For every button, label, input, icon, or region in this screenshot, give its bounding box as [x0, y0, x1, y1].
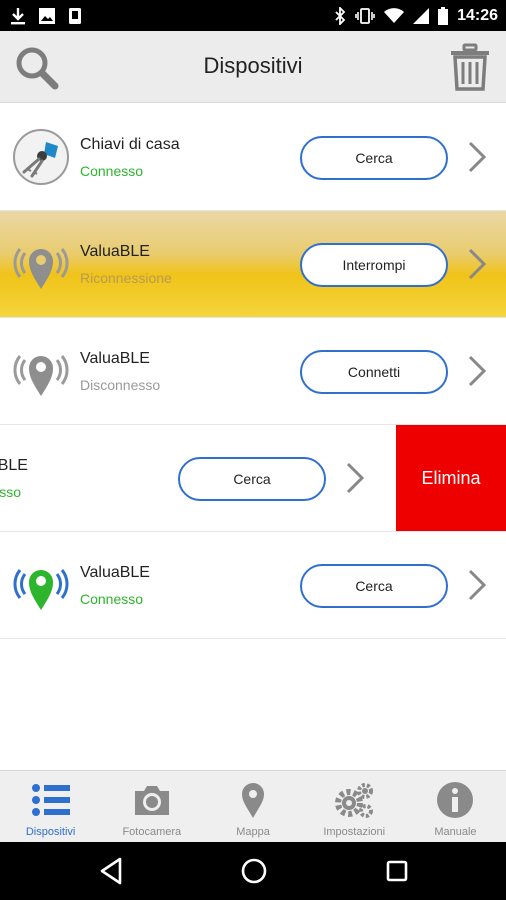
- device-name: ValuaBLE: [80, 243, 150, 260]
- chevron-right-icon[interactable]: [344, 461, 366, 495]
- search-device-button[interactable]: Cerca: [178, 457, 326, 501]
- back-icon[interactable]: [96, 855, 126, 887]
- device-row-content: ValuaBLE Riconnessione Interrompi: [0, 211, 506, 317]
- tab-manuale[interactable]: Manuale: [405, 771, 506, 842]
- chevron-right-icon[interactable]: [466, 247, 488, 281]
- device-name: Chiavi di casa: [80, 136, 180, 153]
- tab-dispositivi[interactable]: Dispositivi: [0, 771, 101, 842]
- search-device-button[interactable]: Cerca: [300, 564, 448, 608]
- tab-mappa[interactable]: Mappa: [202, 771, 303, 842]
- device-status: Connesso: [80, 591, 144, 607]
- status-bar: 14:26: [0, 0, 506, 31]
- device-row-content: Chiavi di casa Connesso Cerca: [0, 104, 506, 210]
- signal-icon: [413, 7, 430, 24]
- device-name: ValuaBLE: [80, 564, 150, 581]
- device-status: Connesso: [0, 484, 22, 500]
- page-title: Dispositivi: [203, 53, 303, 78]
- gears-icon: [335, 783, 374, 818]
- info-icon: [437, 782, 474, 818]
- app-screen: 14:26 Dispositivi Chiavi di casa Conness…: [0, 0, 506, 900]
- status-right-icons: 14:26: [334, 6, 498, 25]
- pin-signal-icon: [13, 248, 69, 289]
- device-status: Riconnessione: [80, 270, 172, 286]
- device-name: ValuaBLE: [80, 350, 150, 367]
- search-device-button[interactable]: Cerca: [300, 136, 448, 180]
- map-pin-icon: [242, 783, 264, 818]
- phone-vibrate-icon: [69, 7, 81, 24]
- device-row[interactable]: ValuaBLE Connesso Cerca: [0, 532, 506, 639]
- wifi-icon: [384, 7, 405, 23]
- chevron-right-icon[interactable]: [466, 354, 488, 388]
- image-icon: [39, 7, 55, 24]
- status-time: 14:26: [457, 6, 498, 24]
- device-row[interactable]: ValuaBLE Disconnesso Connetti: [0, 318, 506, 425]
- device-list: Chiavi di casa Connesso Cerca ValuaBLE R…: [0, 104, 506, 639]
- status-left-icons: [10, 7, 82, 25]
- device-status: Disconnesso: [80, 377, 161, 393]
- delete-button[interactable]: Elimina: [396, 425, 506, 531]
- tab-label: Manuale: [434, 826, 477, 838]
- stop-button[interactable]: Interrompi: [300, 243, 448, 287]
- pin-signal-icon: [13, 355, 69, 396]
- pin-signal-green-icon: [13, 569, 69, 610]
- chevron-right-icon[interactable]: [466, 140, 488, 174]
- tab-impostazioni[interactable]: Impostazioni: [304, 771, 405, 842]
- device-row-content: ValuaBLE Connesso Cerca: [0, 532, 506, 638]
- tab-fotocamera[interactable]: Fotocamera: [101, 771, 202, 842]
- connect-button[interactable]: Connetti: [300, 350, 448, 394]
- vibrate-icon: [355, 7, 375, 24]
- tab-label: Fotocamera: [122, 826, 182, 838]
- trash-icon[interactable]: [450, 43, 490, 91]
- home-icon[interactable]: [238, 855, 270, 887]
- device-row-content: ValuaBLE Connesso Cerca: [0, 425, 384, 531]
- chevron-right-icon[interactable]: [466, 568, 488, 602]
- device-row-swiped[interactable]: ValuaBLE Connesso Cerca Elimina: [0, 425, 506, 532]
- bluetooth-icon: [335, 6, 346, 25]
- android-nav-bar: [0, 842, 506, 900]
- battery-icon: [438, 6, 449, 25]
- tab-label: Dispositivi: [25, 826, 76, 838]
- tab-label: Mappa: [236, 826, 270, 838]
- keys-icon: [13, 129, 69, 185]
- device-row-content: ValuaBLE Disconnesso Connetti: [0, 318, 506, 424]
- device-status: Connesso: [80, 163, 144, 179]
- device-row[interactable]: Chiavi di casa Connesso Cerca: [0, 104, 506, 211]
- bottom-nav: Dispositivi Fotocamera Mappa Impostazion…: [0, 770, 506, 842]
- download-icon: [11, 7, 25, 24]
- tab-label: Impostazioni: [323, 826, 386, 838]
- device-name: ValuaBLE: [0, 457, 28, 474]
- app-header: Dispositivi: [0, 31, 506, 103]
- camera-icon: [134, 786, 169, 815]
- recents-icon[interactable]: [382, 855, 412, 887]
- device-row[interactable]: ValuaBLE Riconnessione Interrompi: [0, 211, 506, 318]
- list-icon: [31, 784, 70, 816]
